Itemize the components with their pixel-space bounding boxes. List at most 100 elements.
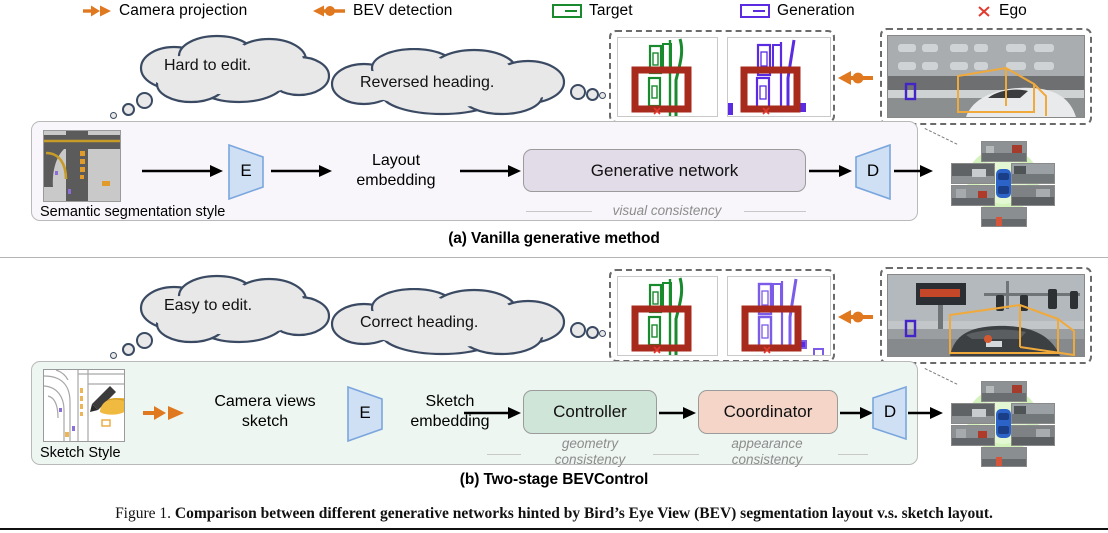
thought-dot-small: [599, 92, 606, 99]
subcaption-b: (b) Two-stage BEVControl: [459, 471, 649, 488]
visual-consistency-label: visual consistency: [612, 203, 722, 218]
decoder-label-b: D: [883, 402, 897, 421]
geometry-consistency-label: geometry consistency: [554, 436, 626, 467]
multiview-image-back-left: [951, 425, 995, 446]
legend-label-bev-detection: BEV detection: [353, 2, 453, 19]
legend-item-ego: Ego: [976, 3, 1027, 19]
thought-dot-small: [110, 352, 117, 359]
leader-line-a: [924, 128, 958, 145]
cloud-label-reversed-heading: Reversed heading.: [360, 74, 495, 91]
bev-target-view-a: [617, 37, 718, 117]
camera-view-correct-heading: [887, 274, 1085, 357]
multiview-image-front-left: [951, 163, 995, 184]
ego-cross-icon: [976, 3, 992, 19]
layout-embedding-label: Layout embedding: [356, 152, 436, 189]
figure-caption-prefix: Figure 1.: [115, 505, 172, 522]
legend-item-generation: Generation: [740, 3, 855, 19]
thought-cloud-correct-heading: Correct heading.: [322, 287, 572, 361]
arrow-embedding-to-controller: [464, 406, 522, 425]
decoder-trapezoid-b: D: [870, 385, 910, 441]
appearance-consistency-label: appearance consistency: [731, 436, 803, 467]
camera-view-reversed-heading: [887, 35, 1085, 118]
legend-label-camera-projection: Camera projection: [119, 2, 248, 19]
thought-dot-medium: [586, 88, 599, 101]
controller-box: Controller: [523, 390, 657, 434]
bev-target-view-b: [617, 276, 718, 356]
multiview-image-front-left: [951, 403, 995, 424]
multiview-image-front: [981, 381, 1027, 402]
thought-dot-medium: [122, 103, 135, 116]
arrow-controller-to-coordinator: [659, 406, 697, 425]
thought-dot-large: [570, 84, 586, 100]
multiview-camera-output-a: [951, 141, 1055, 227]
coordinator-box: Coordinator: [698, 390, 838, 434]
cloud-label-easy-to-edit: Easy to edit.: [164, 297, 253, 314]
encoder-label-a: E: [240, 161, 252, 180]
thought-dot-large: [136, 92, 153, 109]
multiview-image-back: [981, 207, 1027, 227]
arrow-coordinator-to-decoder: [840, 406, 874, 425]
decoder-trapezoid-a: D: [852, 143, 894, 201]
figure-caption: Figure 1. Comparison between different g…: [0, 505, 1108, 523]
ego-vehicle-icon-a: [995, 168, 1012, 199]
bev-semantic-segmentation-thumbnail: [43, 130, 121, 202]
arrow-decoder-to-output-b: [908, 406, 944, 425]
arrow-decoder-to-output-a: [894, 164, 934, 183]
legend: Camera projection BEV detection Target G…: [0, 0, 1108, 30]
arrow-encoder-to-embedding-a: [271, 164, 333, 183]
consistency-rule-right-b: [838, 454, 868, 455]
encoder-label-b: E: [359, 403, 371, 422]
cloud-label-correct-heading: Correct heading.: [360, 314, 479, 331]
bev-detection-arrow-icon: [312, 4, 346, 18]
cloud-label-hard-to-edit: Hard to edit.: [164, 57, 252, 74]
multiview-image-front-right: [1011, 163, 1055, 184]
figure-caption-text: Comparison between different generative …: [174, 505, 993, 522]
camera-view-group-a: [880, 28, 1092, 125]
thought-dot-medium: [586, 326, 599, 339]
caption-rule: [0, 528, 1108, 530]
panel-vanilla-generative-method: Semantic segmentation style E Layout emb…: [31, 121, 933, 221]
camera-projection-arrow-b: [142, 405, 186, 426]
legend-item-bev-detection: BEV detection: [312, 3, 453, 19]
arrow-embedding-to-network-a: [460, 164, 522, 183]
legend-label-generation: Generation: [777, 2, 855, 19]
thought-dot-large: [136, 332, 153, 349]
bev-sketch-thumbnail: [43, 369, 125, 442]
legend-item-camera-projection: Camera projection: [82, 3, 247, 19]
multiview-image-back-right: [1011, 185, 1055, 206]
generative-network-box: Generative network: [523, 149, 806, 192]
thought-cloud-reversed-heading: Reversed heading.: [322, 47, 572, 121]
panel-two-stage-bevcontrol: Sketch Style Camera views sketch E Sketc…: [31, 361, 943, 467]
thumbnail-caption-semantic-style: Semantic segmentation style: [40, 204, 226, 220]
consistency-rule-left-b: [487, 454, 521, 455]
ego-vehicle-icon-b: [995, 408, 1012, 439]
section-divider: [0, 257, 1108, 258]
consistency-rule-left-a: [526, 211, 592, 212]
legend-item-target: Target: [552, 3, 633, 19]
bev-comparison-group-a: [609, 30, 835, 123]
multiview-image-back-left: [951, 185, 995, 206]
arrow-thumbnail-to-encoder-a: [142, 164, 224, 183]
leader-line-b: [924, 368, 958, 385]
bev-generation-view-a: [727, 37, 831, 117]
thought-dot-large: [570, 322, 586, 338]
decoder-label-a: D: [866, 161, 880, 180]
thought-dot-small: [599, 330, 606, 337]
hand-pencil-icon: [88, 382, 124, 421]
bev-detection-arrow-b: [838, 309, 874, 330]
legend-label-target: Target: [589, 2, 633, 19]
generation-box-icon: [740, 3, 770, 18]
subcaption-a: (a) Vanilla generative method: [448, 230, 660, 247]
consistency-rule-right-a: [744, 211, 806, 212]
multiview-image-front-right: [1011, 403, 1055, 424]
encoder-trapezoid-b: E: [344, 385, 386, 443]
encoder-trapezoid-a: E: [225, 143, 267, 201]
bev-generation-view-b: [727, 276, 831, 356]
target-box-icon: [552, 3, 582, 18]
multiview-camera-output-b: [951, 381, 1055, 467]
multiview-image-back: [981, 447, 1027, 467]
thought-dot-medium: [122, 343, 135, 356]
consistency-rule-middle-b: [653, 454, 699, 455]
thumbnail-caption-sketch-style: Sketch Style: [40, 445, 121, 461]
camera-views-sketch-label: Camera views sketch: [214, 393, 316, 430]
